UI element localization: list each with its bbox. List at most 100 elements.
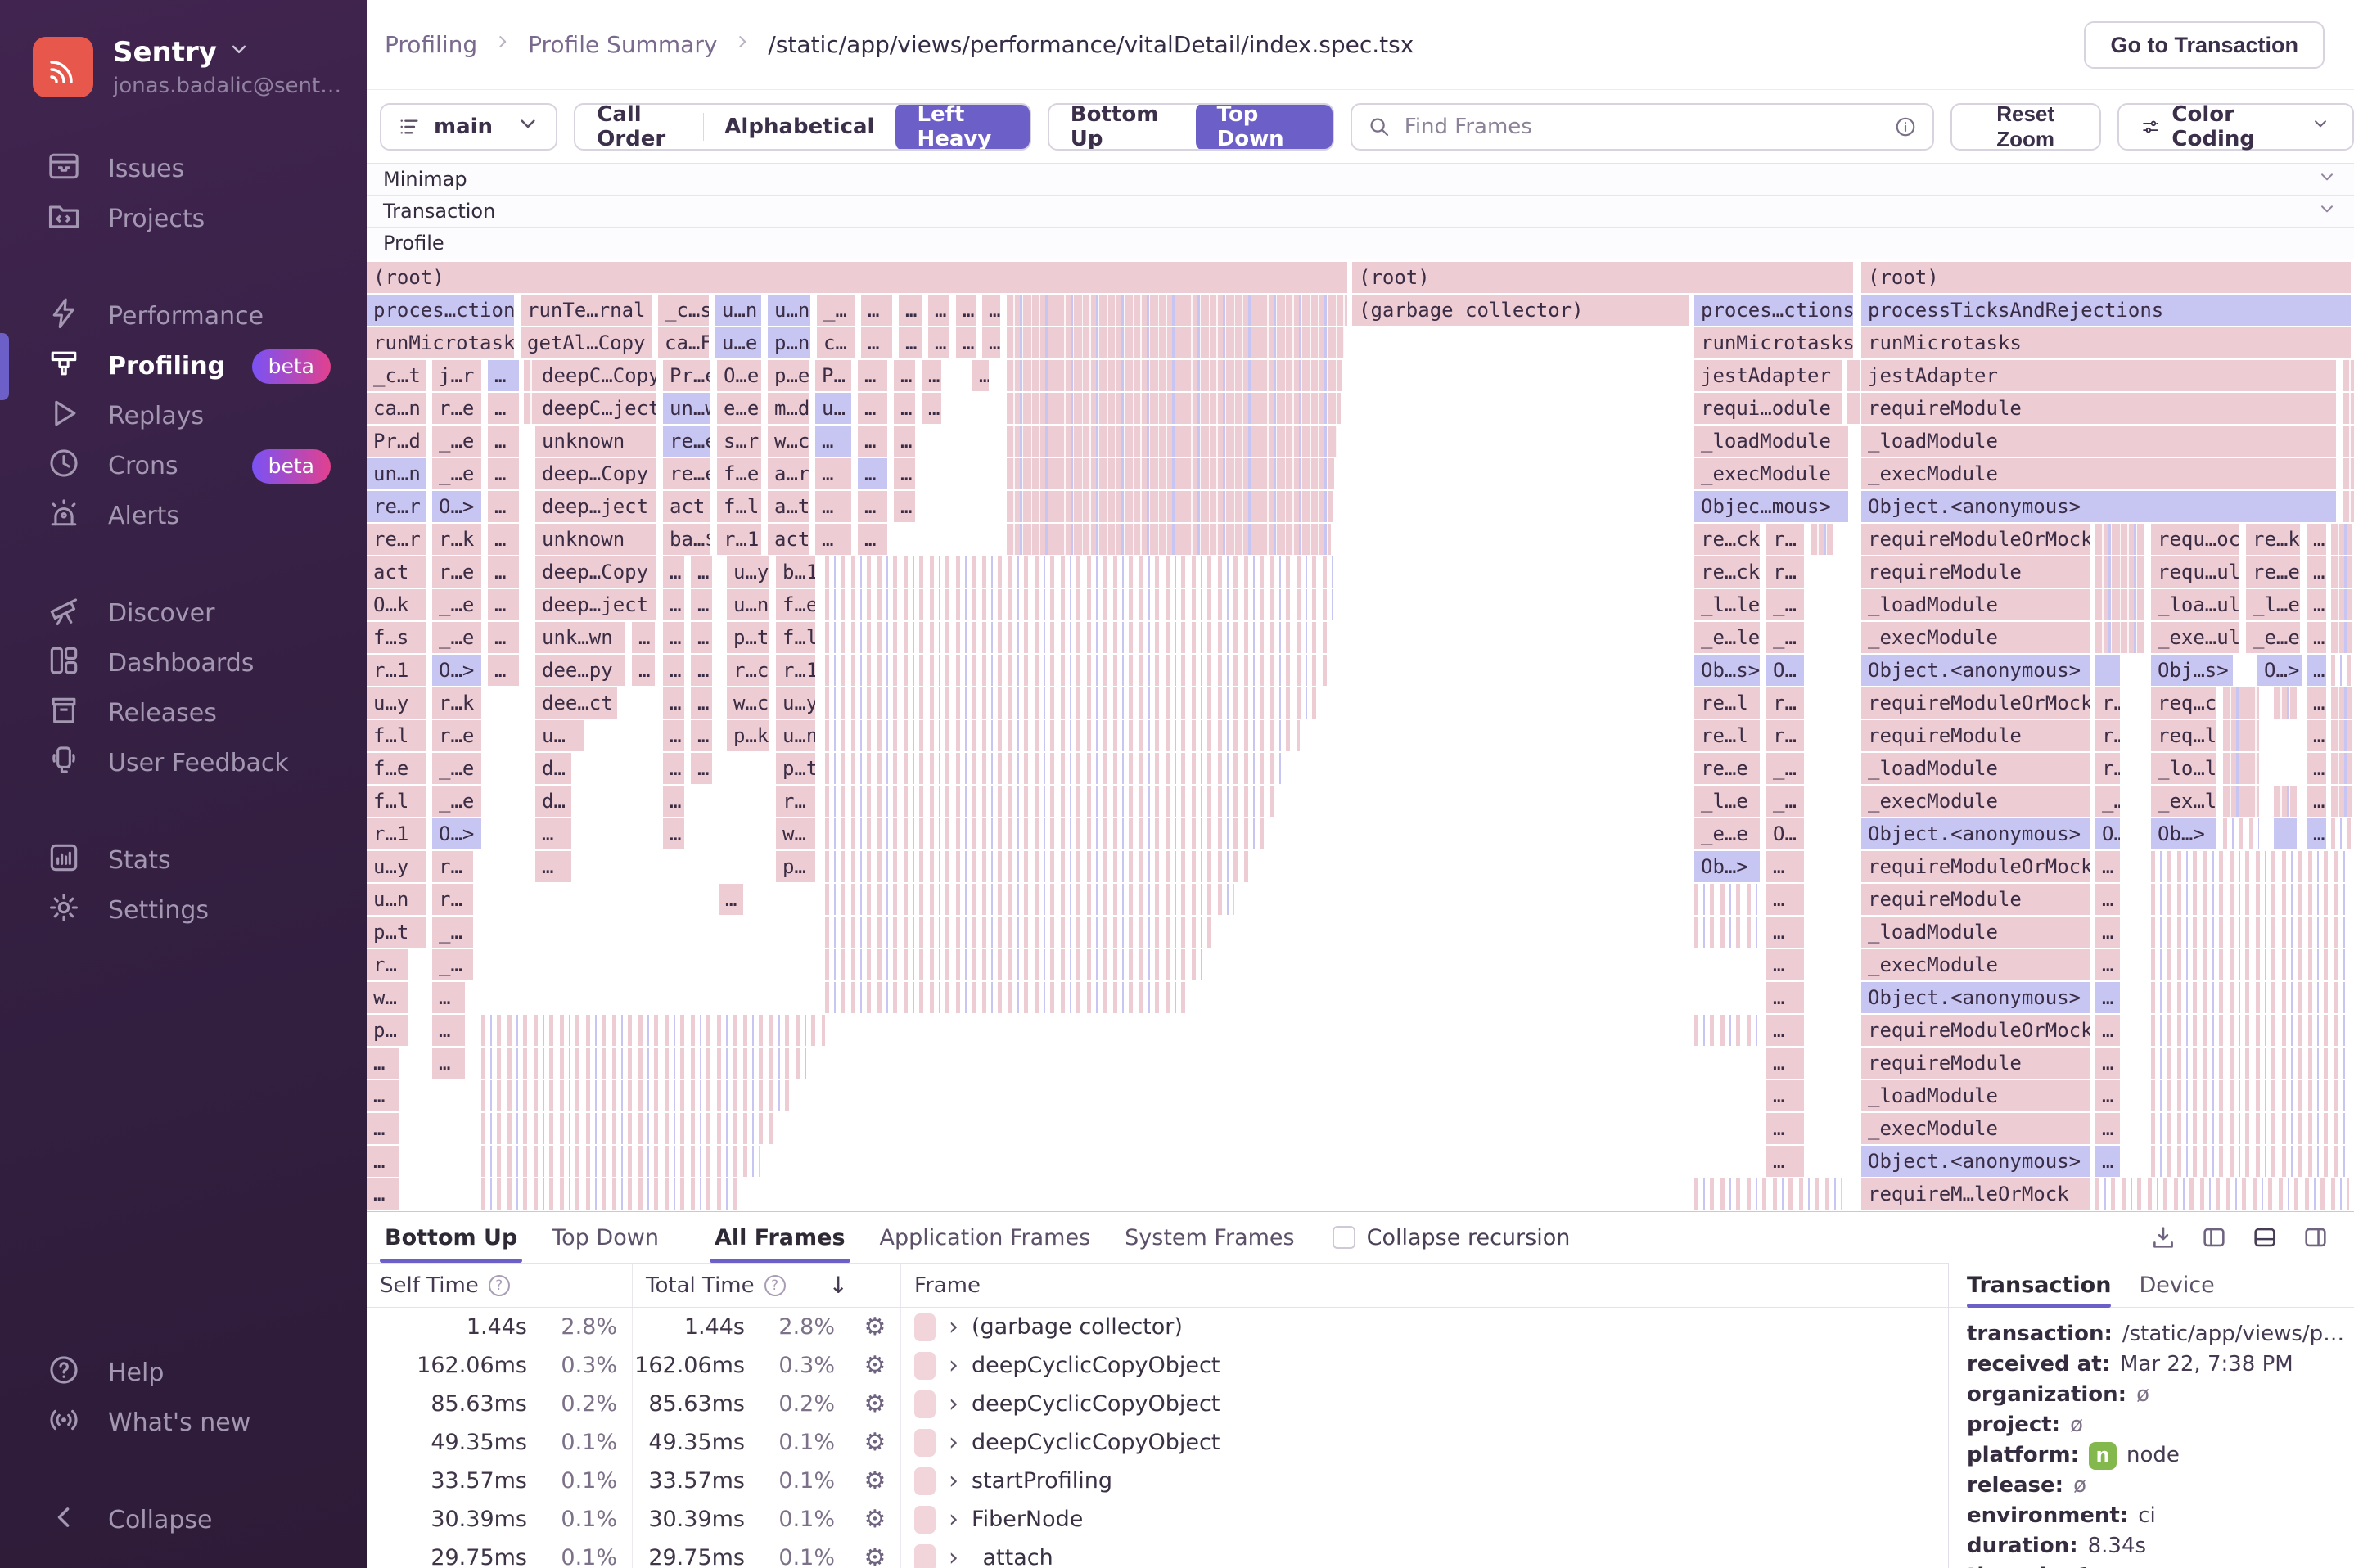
chevron-right-icon[interactable]: ›: [949, 1468, 958, 1494]
frame-cell[interactable]: p…t: [367, 917, 426, 948]
frame-cell[interactable]: Object.<anonymous>: [1861, 982, 2090, 1013]
frame-cell[interactable]: [1007, 524, 1331, 555]
frame-cell[interactable]: un…wn: [663, 393, 710, 424]
frame-cell[interactable]: …: [367, 1048, 399, 1079]
frame-cell[interactable]: _l…le: [1694, 589, 1760, 620]
frame-cell[interactable]: (root): [1352, 262, 1853, 293]
frame-cell[interactable]: [1694, 1178, 1842, 1210]
frame-cell[interactable]: p…t: [776, 753, 815, 784]
frame-cell[interactable]: runTe…rnal: [521, 295, 652, 326]
frame-cell[interactable]: requireM…leOrMock: [1861, 1178, 2090, 1210]
frame-cell[interactable]: [481, 1146, 760, 1177]
table-row[interactable]: 33.57ms 0.1% 33.57ms 0.1% ⚙ › startProfiling: [367, 1462, 1948, 1500]
frame-cell[interactable]: …: [691, 720, 712, 751]
frame-cell[interactable]: _c…st: [658, 295, 709, 326]
frame-cell[interactable]: O…>: [432, 655, 481, 686]
frame-cell[interactable]: [2331, 687, 2352, 719]
frame-cell[interactable]: …: [1766, 982, 1804, 1013]
total-time-header[interactable]: Total Time ? ↓: [633, 1264, 901, 1307]
frame-cell-name[interactable]: › deepCyclicCopyObject: [901, 1390, 1948, 1418]
frame-cell[interactable]: [1007, 327, 1344, 358]
frame-cell[interactable]: [2223, 818, 2259, 849]
frame-cell[interactable]: r…1: [367, 818, 426, 849]
frame-cell[interactable]: [2331, 753, 2352, 784]
frame-cell[interactable]: …: [2095, 1146, 2120, 1177]
frame-cell[interactable]: Pr…ed: [663, 360, 710, 391]
frame-cell[interactable]: [2331, 720, 2352, 751]
frame-cell[interactable]: [2151, 884, 2347, 915]
frame-cell[interactable]: requireModule: [1861, 1048, 2090, 1079]
sidebar-item-releases[interactable]: Releases: [0, 688, 367, 738]
sidebar-item-replays[interactable]: Replays: [0, 391, 367, 441]
frame-cell[interactable]: r…1: [717, 524, 761, 555]
frame-cell[interactable]: _…: [817, 295, 855, 326]
frame-cell-name[interactable]: › (garbage collector): [901, 1313, 1948, 1341]
sidebar-item-projects[interactable]: Projects: [0, 194, 367, 244]
frame-cell[interactable]: …: [663, 687, 684, 719]
frame-cell[interactable]: f…e: [367, 753, 426, 784]
frame-cell[interactable]: [2151, 1113, 2347, 1144]
frame-cell[interactable]: requireModuleOrMock: [1861, 1015, 2090, 1046]
frame-cell[interactable]: [825, 884, 1234, 915]
frame-cell[interactable]: act: [367, 556, 426, 588]
frame-cell[interactable]: r…k: [432, 524, 481, 555]
frame-cell[interactable]: [2095, 556, 2144, 588]
sidebar-item-alerts[interactable]: Alerts: [0, 491, 367, 541]
frame-cell[interactable]: …: [2307, 655, 2326, 686]
frame-cell[interactable]: re…k: [2246, 524, 2300, 555]
frame-cell[interactable]: [481, 1178, 743, 1210]
frame-cell[interactable]: [2151, 982, 2347, 1013]
frame-cell[interactable]: f…s: [367, 622, 426, 653]
frame-cell[interactable]: ba…$1: [663, 524, 710, 555]
frame-cell[interactable]: (garbage collector): [1352, 295, 1689, 326]
tab-bottom-up[interactable]: Bottom Up: [375, 1212, 527, 1263]
frame-cell[interactable]: _loadModule: [1861, 917, 2090, 948]
frame-cell[interactable]: Ob…>: [1694, 851, 1760, 882]
frame-cell[interactable]: …: [663, 622, 684, 653]
frame-cell[interactable]: [2223, 786, 2259, 817]
chevron-right-icon[interactable]: ›: [949, 1391, 958, 1417]
frame-cell[interactable]: re…l: [1694, 720, 1760, 751]
frame-cell[interactable]: deep…Copy: [535, 458, 656, 489]
frame-cell[interactable]: …: [432, 1048, 465, 1079]
frame-cell[interactable]: s…r: [717, 426, 761, 457]
frame-cell[interactable]: …: [982, 327, 1000, 358]
frame-cell[interactable]: …: [488, 556, 519, 588]
gear-icon[interactable]: ⚙: [850, 1390, 900, 1418]
frame-cell[interactable]: _…e: [432, 458, 481, 489]
frame-cell[interactable]: …: [691, 622, 712, 653]
frame-cell[interactable]: r…e: [432, 393, 481, 424]
frame-cell[interactable]: _execModule: [1861, 949, 2090, 980]
frame-cell[interactable]: …: [861, 295, 892, 326]
frame-cell[interactable]: …: [815, 426, 851, 457]
frame-cell[interactable]: [2151, 1146, 2347, 1177]
frame-cell[interactable]: [2343, 426, 2354, 457]
frame-cell[interactable]: [1847, 360, 1860, 391]
frame-cell[interactable]: a…t: [768, 491, 809, 522]
frame-cell[interactable]: [2343, 458, 2354, 489]
frame-cell[interactable]: …: [432, 1015, 465, 1046]
table-row[interactable]: 49.35ms 0.1% 49.35ms 0.1% ⚙ › deepCyclicCopyOb…: [367, 1423, 1948, 1462]
flamegraph[interactable]: (root) (root) (root) proces…ctions runTe…rna…: [367, 262, 2354, 1211]
frame-cell[interactable]: _loadModule: [1861, 753, 2090, 784]
frame-cell[interactable]: …: [367, 1113, 399, 1144]
frame-cell[interactable]: …: [956, 327, 976, 358]
frame-cell[interactable]: _execModule: [1861, 622, 2090, 653]
frame-cell[interactable]: [1007, 458, 1334, 489]
frame-cell[interactable]: p…t: [727, 622, 769, 653]
frame-cell[interactable]: [825, 818, 1267, 849]
frame-cell[interactable]: …: [861, 327, 892, 358]
frame-cell[interactable]: [481, 1048, 809, 1079]
frame-cell[interactable]: u…n: [715, 295, 761, 326]
frame-cell[interactable]: Ob…>: [2151, 818, 2216, 849]
frame-cell[interactable]: w…: [367, 982, 408, 1013]
frame-cell[interactable]: [2151, 1048, 2347, 1079]
frame-cell[interactable]: j…r: [432, 360, 481, 391]
details-tab-transaction[interactable]: Transaction: [1967, 1263, 2112, 1308]
frame-cell[interactable]: …: [488, 393, 519, 424]
frame-cell[interactable]: _c…t: [367, 360, 426, 391]
frame-cell[interactable]: [2151, 949, 2347, 980]
frame-cell[interactable]: Object.<anonymous>: [1861, 491, 2336, 522]
frame-cell[interactable]: …: [2095, 1113, 2120, 1144]
frame-cell[interactable]: r…c: [727, 655, 769, 686]
